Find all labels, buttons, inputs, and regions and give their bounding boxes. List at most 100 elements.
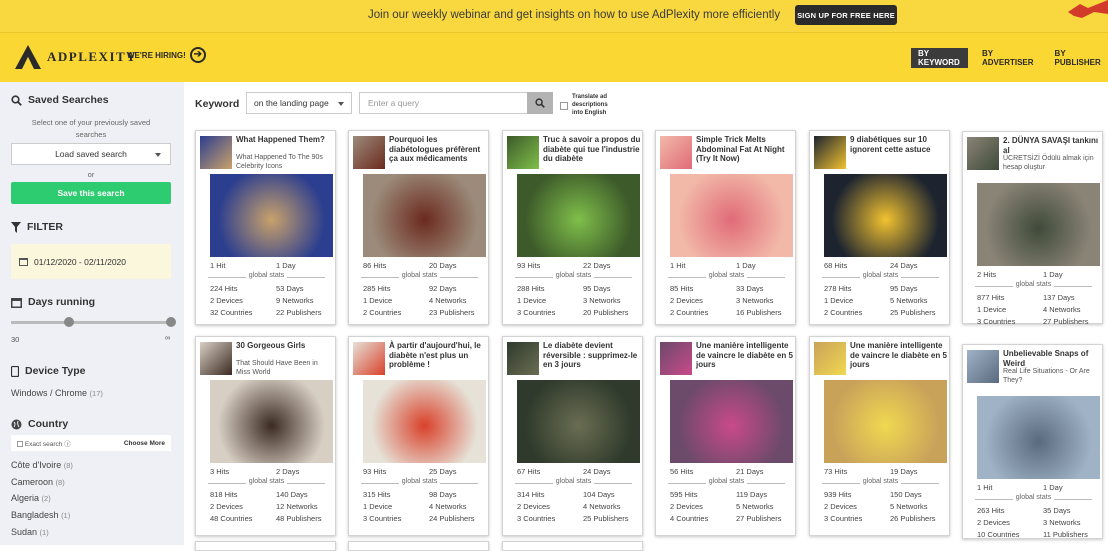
global-publishers: 23 Publishers [429,308,475,317]
ad-card[interactable]: What Happened Them? What Happened To The… [195,130,336,325]
translate-checkbox[interactable] [560,102,568,110]
arrow-right-icon: ➔ [189,47,206,63]
ad-thumbnail [507,342,539,375]
ad-creative-image[interactable] [363,380,486,463]
exact-search-checkbox[interactable] [17,441,23,448]
global-countries: 2 Countries [670,308,709,317]
ad-card[interactable] [195,541,336,551]
ad-thumbnail [353,136,385,169]
country-item[interactable]: Cameroon (8) [11,477,65,487]
ad-thumbnail [814,136,846,169]
translate-toggle[interactable]: Translate ad descriptions into English [560,93,620,117]
ad-creative-image[interactable] [977,396,1100,479]
choose-more-link[interactable]: Choose More [124,440,165,447]
global-networks: 3 Networks [736,296,774,305]
global-hits: 263 Hits [977,506,1005,515]
ad-hits: 93 Hits [517,261,541,270]
ad-title[interactable]: Unbelievable Snaps of Weird [1003,349,1101,368]
global-days: 33 Days [736,284,764,293]
country-heading: Country [11,418,68,430]
ad-card[interactable]: À partir d'aujourd'hui, le diabète n'est… [348,336,489,536]
signup-button[interactable]: SIGN UP FOR FREE HERE [795,5,897,25]
ad-hits: 86 Hits [363,261,387,270]
exact-search-toggle[interactable]: Exact search ⓘ [17,438,71,448]
global-stats-label: global stats [810,478,951,485]
ad-card[interactable] [502,541,643,551]
global-networks: 3 Networks [583,296,621,305]
ad-days: 1 Day [1043,483,1063,492]
ad-title[interactable]: 9 diabétiques sur 10 ignorent cette astu… [850,135,948,154]
global-devices: 2 Devices [824,502,857,511]
ad-creative-image[interactable] [977,183,1100,266]
ad-creative-image[interactable] [670,380,793,463]
country-count: (2) [41,494,51,503]
ad-subtitle: ÜCRETSİZİ Ödülü almak için hesap oluştur [1003,155,1094,171]
ad-title[interactable]: 2. DÜNYA SAVAŞI tankını al [1003,136,1101,155]
load-saved-search-select[interactable]: Load saved search [11,143,171,165]
global-days: 137 Days [1043,293,1075,302]
global-publishers: 16 Publishers [736,308,782,317]
ad-card[interactable] [348,541,489,551]
ad-creative-image[interactable] [363,174,486,257]
global-networks: 5 Networks [890,502,928,511]
country-item[interactable]: Côte d'Ivoire (8) [11,460,73,470]
ad-card[interactable]: Pourquoi les diabétologues préfèrent ça … [348,130,489,325]
ad-title[interactable]: Le diabète devient réversible : supprime… [543,341,641,370]
ad-creative-image[interactable] [210,174,333,257]
ad-title[interactable]: Une manière intelligente de vaincre le d… [850,341,948,370]
banner-text: Join our weekly webinar and get insights… [368,9,781,21]
ad-title[interactable]: Truc à savoir a propos du diabète qui tu… [543,135,641,164]
global-countries: 48 Countries [210,514,253,523]
slider-handle-min[interactable] [64,317,74,327]
days-running-slider[interactable] [11,321,171,324]
country-item[interactable]: Bangladesh (1) [11,510,70,520]
query-input[interactable]: Enter a query [359,92,527,114]
save-search-button[interactable]: Save this search [11,182,171,204]
ad-card[interactable]: Une manière intelligente de vaincre le d… [655,336,796,536]
logo[interactable]: ADPLEXITY [13,43,137,71]
slider-handle-max[interactable] [166,317,176,327]
ad-card[interactable]: 2. DÜNYA SAVAŞI tankını al ÜCRETSİZİ Ödü… [962,131,1103,326]
ad-hits: 73 Hits [824,467,848,476]
hiring-link[interactable]: WE'RE HIRING! ➔ [127,47,206,63]
ad-title[interactable]: Simple Trick Melts Abdominal Fat At Nigh… [696,135,794,164]
ad-creative-image[interactable] [517,380,640,463]
ad-card[interactable]: 9 diabétiques sur 10 ignorent cette astu… [809,130,950,325]
global-publishers: 24 Publishers [429,514,475,523]
device-type-option[interactable]: Windows / Chrome (17) [11,388,103,398]
ad-creative-image[interactable] [210,380,333,463]
global-days: 35 Days [1043,506,1071,515]
tab-by-keyword[interactable]: BY KEYWORD [911,48,968,68]
ad-creative-image[interactable] [824,174,947,257]
country-item[interactable]: Sudan (1) [11,527,49,537]
global-devices: 2 Devices [517,502,550,511]
ad-creative-image[interactable] [824,380,947,463]
ad-title[interactable]: What Happened Them? [236,135,334,145]
country-item[interactable]: Algeria (2) [11,493,51,503]
ad-subtitle: Real Life Situations - Or Are They? [1003,368,1090,384]
global-devices: 1 Device [363,296,393,305]
tab-by-publisher[interactable]: BY PUBLISHER [1048,48,1108,68]
tab-by-advertiser[interactable]: BY ADVERTISER [975,48,1041,68]
ad-title[interactable]: À partir d'aujourd'hui, le diabète n'est… [389,341,487,370]
date-range-picker[interactable]: 01/12/2020 - 02/11/2020 [11,244,171,279]
ad-card[interactable]: Simple Trick Melts Abdominal Fat At Nigh… [655,130,796,325]
load-saved-search-label: Load saved search [55,149,127,159]
ad-title[interactable]: 30 Gorgeous Girls [236,341,334,351]
saved-searches-title: Saved Searches [28,94,109,106]
ad-title[interactable]: Pourquoi les diabétologues préfèrent ça … [389,135,487,164]
ad-card[interactable]: 30 Gorgeous Girls That Should Have Been … [195,336,336,536]
ad-card[interactable]: Une manière intelligente de vaincre le d… [809,336,950,536]
ad-card[interactable]: Truc à savoir a propos du diabète qui tu… [502,130,643,325]
ad-creative-image[interactable] [517,174,640,257]
ad-title[interactable]: Une manière intelligente de vaincre le d… [696,341,794,370]
ad-creative-image[interactable] [670,174,793,257]
search-mode-select[interactable]: on the landing page [246,92,352,114]
ad-days: 19 Days [890,467,918,476]
ad-thumbnail [967,350,999,383]
ad-card[interactable]: Le diabète devient réversible : supprime… [502,336,643,536]
search-button[interactable] [527,92,553,114]
global-networks: 4 Networks [429,502,467,511]
ad-card[interactable]: Unbelievable Snaps of Weird Real Life Si… [962,344,1103,539]
country-name: Bangladesh [11,510,59,520]
